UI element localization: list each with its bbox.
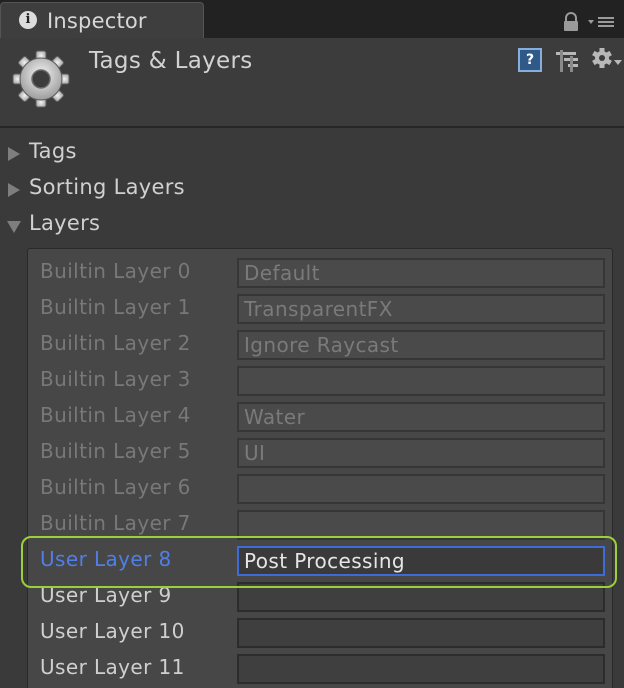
layer-name-label: User Layer 9: [40, 583, 172, 607]
layer-row[interactable]: User Layer 11: [28, 651, 614, 687]
inspector-header: Tags & Layers ?: [0, 38, 624, 128]
tab-inspector-label: Inspector: [47, 9, 147, 33]
layer-name-field: UI: [237, 438, 605, 468]
layer-row: Builtin Layer 5 UI: [28, 435, 614, 471]
layer-row: Builtin Layer 2 Ignore Raycast: [28, 327, 614, 363]
layer-row: Builtin Layer 3: [28, 363, 614, 399]
layer-name-field: [237, 510, 605, 540]
layer-name-field: TransparentFX: [237, 294, 605, 324]
foldout-sorting-layers-label: Sorting Layers: [29, 175, 185, 199]
foldout-tags-label: Tags: [29, 139, 77, 163]
foldout-layers[interactable]: Layers: [0, 208, 624, 244]
layer-row-selected[interactable]: User Layer 8 Post Processing: [28, 543, 614, 579]
layer-name-label: Builtin Layer 4: [40, 403, 191, 427]
layer-name-label: Builtin Layer 0: [40, 259, 191, 283]
collapsed-arrow-icon: [8, 147, 20, 161]
lock-icon[interactable]: [562, 12, 580, 32]
layer-row: Builtin Layer 7: [28, 507, 614, 543]
layer-row[interactable]: User Layer 9: [28, 579, 614, 615]
layer-name-field: Ignore Raycast: [237, 330, 605, 360]
layer-row: Builtin Layer 4 Water: [28, 399, 614, 435]
layer-name-label: User Layer 8: [40, 547, 172, 571]
layer-name-label: Builtin Layer 2: [40, 331, 191, 355]
layer-name-label: User Layer 11: [40, 655, 185, 679]
layer-name-input[interactable]: Post Processing: [237, 546, 605, 576]
layer-row: Builtin Layer 6: [28, 471, 614, 507]
layer-name-field: Water: [237, 402, 605, 432]
layer-name-label: User Layer 10: [40, 619, 185, 643]
collapsed-arrow-icon: [8, 183, 20, 197]
tab-inspector[interactable]: i Inspector: [0, 2, 204, 38]
tab-menu-icon[interactable]: [588, 14, 616, 30]
foldout-sorting-layers[interactable]: Sorting Layers: [0, 172, 624, 208]
layer-name-field: [237, 474, 605, 504]
layer-row[interactable]: User Layer 10: [28, 615, 614, 651]
layers-list: Builtin Layer 0 Default Builtin Layer 1 …: [27, 248, 613, 688]
layer-name-label: Builtin Layer 6: [40, 475, 191, 499]
layer-name-label: Builtin Layer 3: [40, 367, 191, 391]
layer-name-label: Builtin Layer 1: [40, 295, 191, 319]
foldout-layers-label: Layers: [29, 211, 101, 235]
layer-name-field: [237, 366, 605, 396]
foldout-tags[interactable]: Tags: [0, 136, 624, 172]
layer-row: Builtin Layer 1 TransparentFX: [28, 291, 614, 327]
window-tab-bar: i Inspector: [0, 0, 624, 39]
layer-name-label: Builtin Layer 5: [40, 439, 191, 463]
layer-name-input[interactable]: [237, 618, 605, 648]
expanded-arrow-icon: [7, 221, 21, 233]
info-icon: i: [19, 11, 37, 29]
layer-name-label: Builtin Layer 7: [40, 511, 191, 535]
presets-icon[interactable]: [554, 48, 580, 74]
layer-name-input[interactable]: [237, 654, 605, 684]
component-settings-icon[interactable]: [590, 46, 622, 74]
layer-name-input[interactable]: [237, 582, 605, 612]
page-title: Tags & Layers: [89, 48, 253, 74]
layer-name-field: Default: [237, 258, 605, 288]
settings-gear-icon: [12, 50, 70, 108]
help-book-icon[interactable]: ?: [518, 48, 542, 72]
layer-row: Builtin Layer 0 Default: [28, 255, 614, 291]
